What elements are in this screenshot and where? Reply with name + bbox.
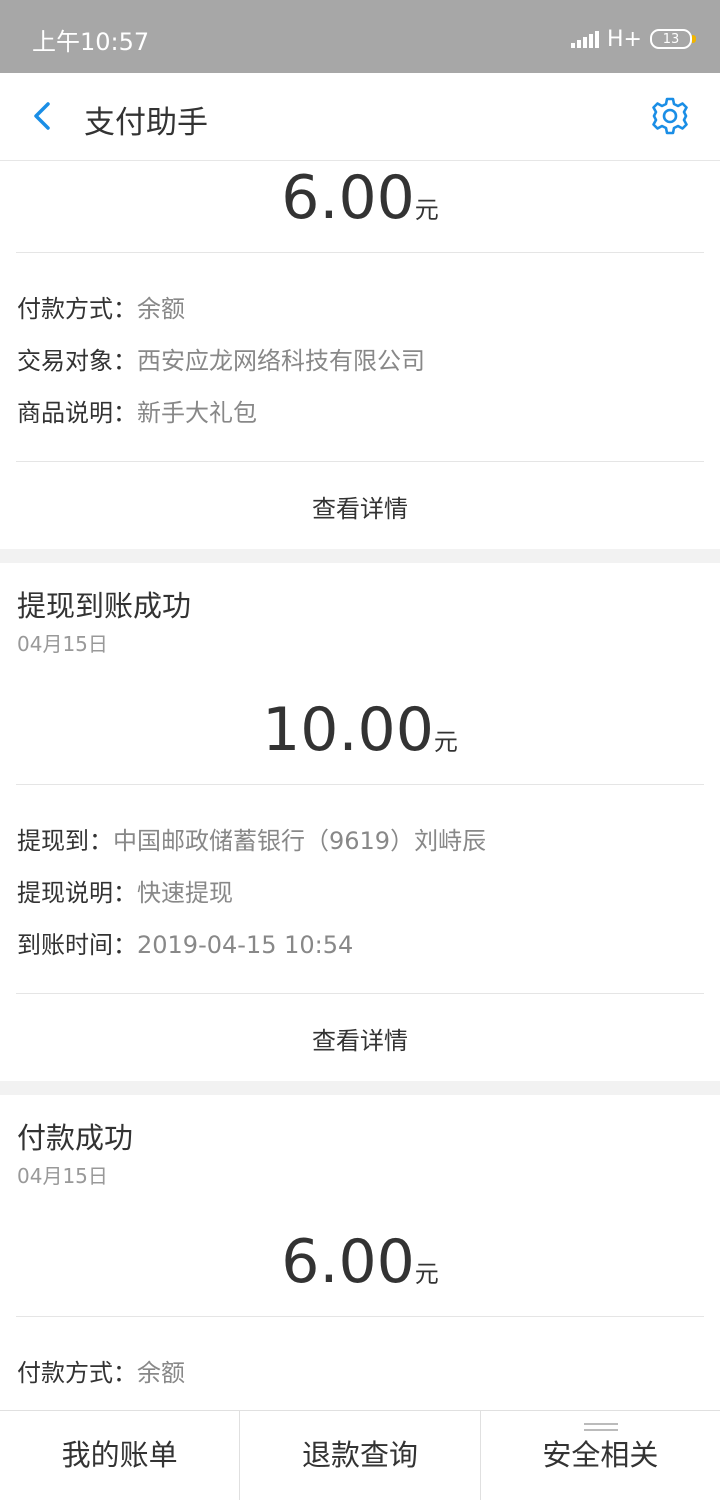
card-title: 付款成功 (17, 1121, 134, 1155)
row-label: 付款方式： (17, 295, 137, 323)
card-date: 04月15日 (17, 1164, 108, 1188)
row-value: 新手大礼包 (137, 399, 257, 427)
app-header: 支付助手 (0, 73, 720, 161)
divider (16, 1316, 704, 1317)
row-value: 余额 (137, 1359, 185, 1387)
tab-security[interactable]: 安全相关 (479, 1411, 720, 1500)
detail-row: 商品说明：新手大礼包 (17, 393, 257, 428)
view-details-button[interactable]: 查看详情 (0, 489, 720, 524)
status-time: 上午10:57 (32, 28, 150, 56)
amount: 6.00元 (0, 1227, 720, 1297)
row-value: 余额 (137, 295, 185, 323)
amount-value: 6.00 (281, 163, 415, 233)
amount-value: 10.00 (262, 695, 434, 765)
row-label: 提现说明： (17, 879, 137, 907)
tab-my-bills[interactable]: 我的账单 (0, 1411, 239, 1500)
gear-icon[interactable] (650, 96, 690, 136)
card-date: 04月15日 (17, 632, 108, 656)
divider (16, 784, 704, 785)
detail-row: 交易对象：西安应龙网络科技有限公司 (17, 341, 425, 376)
row-label: 交易对象： (17, 347, 137, 375)
back-arrow-icon[interactable] (28, 99, 60, 133)
battery-level: 13 (662, 31, 680, 47)
status-icons: H+ 13 (571, 24, 696, 54)
detail-row: 提现说明：快速提现 (17, 873, 233, 908)
amount: 10.00元 (0, 695, 720, 765)
row-value: 快速提现 (137, 879, 233, 907)
row-label: 到账时间： (17, 931, 137, 959)
network-type: H+ (607, 26, 642, 52)
divider (16, 461, 704, 462)
status-bar: 上午10:57 H+ 13 (0, 0, 720, 73)
detail-row: 提现到：中国邮政储蓄银行（9619）刘峙辰 (17, 821, 486, 856)
tab-security-label: 安全相关 (542, 1438, 659, 1472)
amount-unit: 元 (433, 728, 458, 756)
transaction-card: 付款成功 04月15日 6.00元 付款方式：余额 (0, 1095, 720, 1410)
detail-row: 到账时间：2019-04-15 10:54 (17, 925, 353, 960)
menu-lines-icon (583, 1423, 618, 1431)
divider (16, 993, 704, 994)
row-value: 中国邮政储蓄银行（9619）刘峙辰 (113, 827, 487, 855)
detail-row: 付款方式：余额 (17, 289, 185, 324)
divider (16, 252, 704, 253)
signal-icon (571, 30, 600, 48)
amount: 6.00元 (0, 163, 720, 233)
row-value: 2019-04-15 10:54 (137, 931, 354, 959)
row-label: 付款方式： (17, 1359, 137, 1387)
bottom-tab-bar: 我的账单 退款查询 安全相关 (0, 1410, 720, 1500)
transaction-card: 6.00元 付款方式：余额 交易对象：西安应龙网络科技有限公司 商品说明：新手大… (0, 161, 720, 549)
amount-unit: 元 (414, 196, 439, 224)
card-title: 提现到账成功 (17, 589, 192, 623)
amount-unit: 元 (414, 1260, 439, 1288)
page-title: 支付助手 (84, 105, 208, 141)
row-label: 提现到： (17, 827, 113, 855)
detail-row: 付款方式：余额 (17, 1353, 185, 1388)
amount-value: 6.00 (281, 1227, 415, 1297)
transaction-card: 提现到账成功 04月15日 10.00元 提现到：中国邮政储蓄银行（9619）刘… (0, 563, 720, 1081)
view-details-button[interactable]: 查看详情 (0, 1021, 720, 1056)
tab-refund-query[interactable]: 退款查询 (239, 1411, 479, 1500)
row-value: 西安应龙网络科技有限公司 (137, 347, 425, 375)
battery-icon: 13 (650, 29, 696, 49)
row-label: 商品说明： (17, 399, 137, 427)
